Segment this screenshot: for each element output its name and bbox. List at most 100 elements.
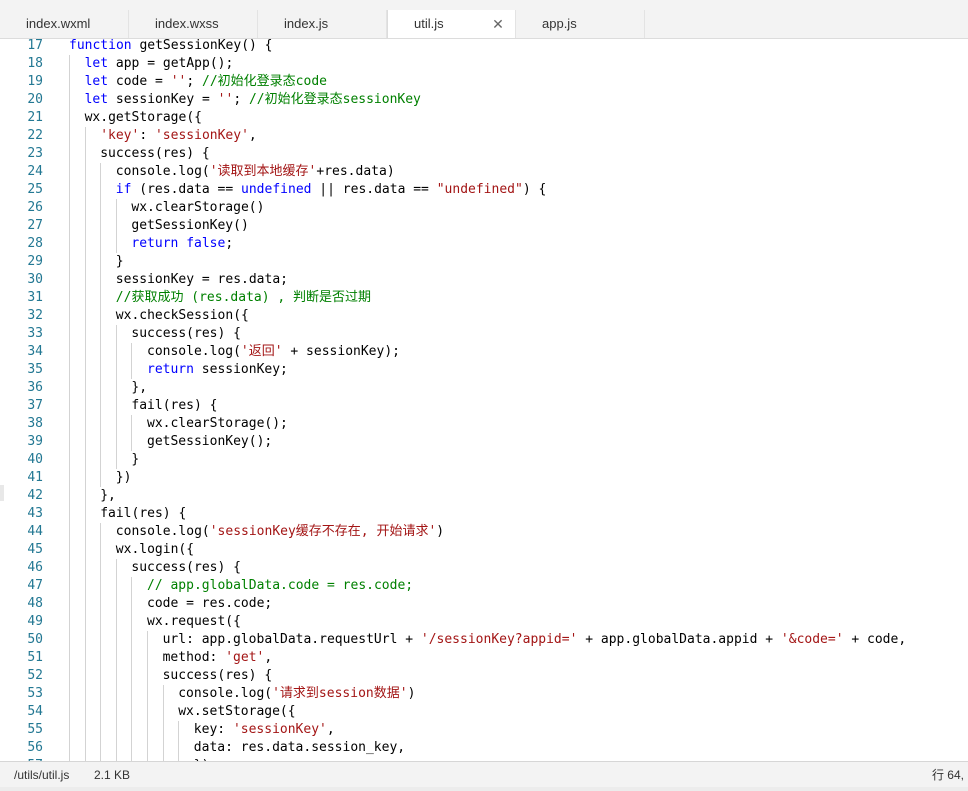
code-line[interactable]: 43 fail(res) { <box>0 505 968 523</box>
code-token: console.log( <box>147 344 241 359</box>
code-line[interactable]: 31 //获取成功 (res.data) , 判断是否过期 <box>0 289 968 307</box>
indent-guide <box>115 649 117 667</box>
code-line[interactable]: 33 success(res) { <box>0 325 968 343</box>
code-line[interactable]: 26 wx.clearStorage() <box>0 199 968 217</box>
line-number: 56 <box>27 740 43 755</box>
code-line[interactable]: 28 return false; <box>0 235 968 253</box>
indent-guide <box>69 613 70 631</box>
indent-guide <box>69 631 70 649</box>
code-line[interactable]: 17 function getSessionKey() { <box>0 39 968 55</box>
code-line[interactable]: 35 return sessionKey; <box>0 361 968 379</box>
status-cursor-position[interactable]: 行 64, <box>932 762 964 788</box>
code-text: url: app.globalData.requestUrl + '/sessi… <box>163 631 907 649</box>
code-editor[interactable]: 17 function getSessionKey() {18 let app = … <box>0 39 968 761</box>
code-line[interactable]: 46 success(res) { <box>0 559 968 577</box>
code-token: return <box>147 362 194 377</box>
code-text: if (res.data == undefined || res.data ==… <box>116 181 547 199</box>
tab-app-js[interactable]: app.js <box>516 10 645 38</box>
code-line[interactable]: 56 data: res.data.session_key, <box>0 739 968 757</box>
code-line[interactable]: 54 wx.setStorage({ <box>0 703 968 721</box>
code-line[interactable]: 53 console.log('请求到session数据') <box>0 685 968 703</box>
indent-guide <box>84 181 86 199</box>
code-token: success(res) { <box>162 668 273 683</box>
code-line[interactable]: 44 console.log('sessionKey缓存不存在, 开始请求') <box>0 523 968 541</box>
code-line[interactable]: 52 success(res) { <box>0 667 968 685</box>
code-token: sessionKey = res.data; <box>115 272 288 287</box>
indent-guide <box>100 271 102 289</box>
indent-guide <box>100 199 102 217</box>
code-line[interactable]: 29} <box>0 253 968 271</box>
line-number: 22 <box>27 128 43 143</box>
code-line[interactable]: 36}, <box>0 379 968 397</box>
code-line[interactable]: 24 console.log('读取到本地缓存'+res.data) <box>0 163 968 181</box>
indent-guide <box>84 649 86 667</box>
code-token: }) <box>115 470 132 485</box>
indent-guide <box>69 559 70 577</box>
indent-guide <box>162 739 164 757</box>
code-line[interactable]: 21 wx.getStorage({ <box>0 109 968 127</box>
line-number: 32 <box>27 308 43 323</box>
tab-index-js[interactable]: index.js <box>258 10 387 38</box>
indent-guide <box>69 667 70 685</box>
indent-guide <box>115 595 117 613</box>
code-token: success(res) { <box>100 146 210 161</box>
code-line[interactable]: 48 code = res.code; <box>0 595 968 613</box>
line-number: 42 <box>27 488 43 503</box>
code-text: wx.setStorage({ <box>178 703 295 721</box>
code-line[interactable]: 41}) <box>0 469 968 487</box>
code-token: + app.globalData.appid + <box>577 632 781 647</box>
code-line[interactable]: 47 // app.globalData.code = res.code; <box>0 577 968 595</box>
code-line[interactable]: 50 url: app.globalData.requestUrl + '/ses… <box>0 631 968 649</box>
indent-guide <box>84 343 86 361</box>
code-line[interactable]: 39 getSessionKey(); <box>0 433 968 451</box>
indent-guide <box>178 739 180 757</box>
close-icon[interactable]: ✕ <box>491 10 505 38</box>
code-line[interactable]: 27 getSessionKey() <box>0 217 968 235</box>
code-line[interactable]: 23 success(res) { <box>0 145 968 163</box>
code-line[interactable]: 37 fail(res) { <box>0 397 968 415</box>
line-number: 30 <box>27 272 43 287</box>
code-line[interactable]: 38 wx.clearStorage(); <box>0 415 968 433</box>
tab-index-wxss[interactable]: index.wxss <box>129 10 258 38</box>
indent-guide <box>162 703 164 721</box>
indent-guide <box>147 739 148 757</box>
code-line[interactable]: 51 method: 'get', <box>0 649 968 667</box>
code-token: wx.clearStorage() <box>131 200 265 215</box>
code-line[interactable]: 19 let code = ''; //初始化登录态code <box>0 73 968 91</box>
code-line[interactable]: 55 key: 'sessionKey', <box>0 721 968 739</box>
code-line[interactable]: 34 console.log('返回' + sessionKey); <box>0 343 968 361</box>
code-line[interactable]: 49 wx.request({ <box>0 613 968 631</box>
code-line[interactable]: 22 'key': 'sessionKey', <box>0 127 968 145</box>
code-line[interactable]: 42}, <box>0 487 968 505</box>
indent-guide <box>115 217 117 235</box>
indent-guide <box>100 649 102 667</box>
tab-index-wxml[interactable]: index.wxml <box>0 10 129 38</box>
indent-guide <box>69 235 70 253</box>
code-line[interactable]: 25 if (res.data == undefined || res.data … <box>0 181 968 199</box>
indent-guide <box>100 235 102 253</box>
code-token: ) <box>407 686 416 701</box>
code-text: // app.globalData.code = res.code; <box>147 577 413 595</box>
code-token: } <box>115 254 124 269</box>
indent-guide <box>69 253 70 271</box>
code-token: ) { <box>522 182 547 197</box>
indent-guide <box>84 505 86 523</box>
indent-guide <box>84 739 86 757</box>
indent-guide <box>147 649 148 667</box>
indent-guide <box>69 217 70 235</box>
code-token: code = <box>108 74 171 89</box>
code-text: fail(res) { <box>100 505 186 523</box>
code-line[interactable]: 45 wx.login({ <box>0 541 968 559</box>
code-line[interactable]: 40} <box>0 451 968 469</box>
line-number: 20 <box>27 92 43 107</box>
code-line[interactable]: 20 let sessionKey = ''; //初始化登录态sessionKe… <box>0 91 968 109</box>
indent-guide <box>84 703 86 721</box>
indent-guide <box>100 667 102 685</box>
code-token: function <box>69 39 132 53</box>
code-token: ; <box>233 92 249 107</box>
code-line[interactable]: 30 sessionKey = res.data; <box>0 271 968 289</box>
code-line[interactable]: 32 wx.checkSession({ <box>0 307 968 325</box>
tab-util-js[interactable]: util.js ✕ <box>387 10 516 38</box>
code-line[interactable]: 18 let app = getApp(); <box>0 55 968 73</box>
